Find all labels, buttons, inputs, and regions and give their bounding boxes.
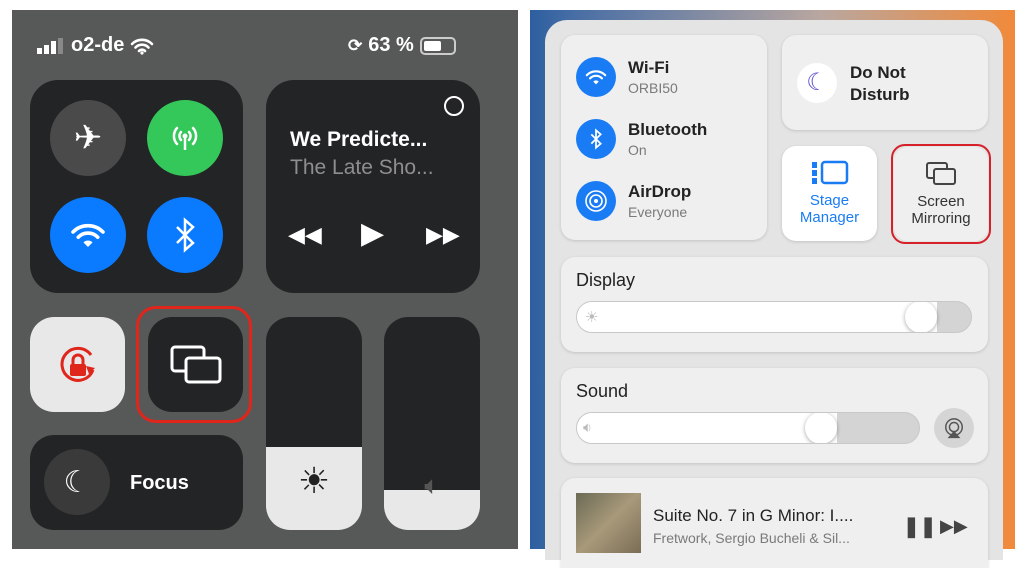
display-label: Display	[576, 270, 636, 290]
next-track-button[interactable]: ▶▶	[940, 516, 968, 537]
stage-line2: Manager	[799, 209, 860, 226]
airplay-icon[interactable]	[444, 96, 464, 116]
stage-manager-icon	[811, 160, 848, 185]
wifi-icon	[71, 223, 105, 247]
wifi-network: ORBI50	[628, 80, 678, 96]
display-card: Display ☀	[561, 257, 988, 352]
airplane-mode-button[interactable]: ✈	[50, 100, 126, 176]
media-subtitle: The Late Sho...	[290, 156, 434, 179]
airdrop-status: Everyone	[628, 204, 688, 220]
screen-mirroring-icon	[926, 162, 956, 185]
ios-control-center: o2-de ⟳ 63 % ✈ We Predicte... The Late S…	[12, 10, 518, 549]
track-title: Suite No. 7 in G Minor: I....	[653, 506, 854, 525]
wifi-label: Wi-Fi	[628, 58, 670, 77]
track-artist: Fretwork, Sergio Bucheli & Sil...	[653, 530, 850, 546]
screen-mirroring-button[interactable]	[148, 317, 243, 412]
airplay-audio-button[interactable]	[934, 408, 974, 448]
carrier: o2-de	[71, 34, 125, 56]
media-title: We Predicte...	[290, 128, 428, 151]
rewind-button[interactable]: ◀◀	[288, 222, 322, 248]
airplay-audio-icon	[945, 418, 963, 439]
display-slider[interactable]: ☀	[576, 301, 972, 333]
brightness-slider[interactable]: ☀	[266, 317, 362, 530]
moon-icon: ☾	[44, 449, 110, 515]
rotation-lock-status-icon: ⟳	[348, 35, 363, 55]
sound-card: Sound 🔉︎	[561, 368, 988, 463]
do-not-disturb-button[interactable]: ☾ Do Not Disturb	[782, 35, 988, 130]
brightness-icon: ☀	[297, 460, 331, 501]
bluetooth-icon[interactable]	[576, 119, 616, 159]
play-button[interactable]: ▶	[361, 216, 384, 251]
stage-line1: Stage	[809, 192, 850, 209]
speaker-icon: 🔉︎	[583, 419, 592, 435]
screen-mirroring-button[interactable]: Screen Mirroring	[894, 147, 988, 241]
wifi-icon[interactable]	[576, 57, 616, 97]
battery-percent: 63 %	[368, 34, 414, 56]
connectivity-card: Wi-Fi ORBI50 Bluetooth On AirDrop Everyo…	[561, 35, 767, 240]
now-playing-module[interactable]: We Predicte... The Late Sho... ◀◀ ▶ ▶▶	[266, 80, 480, 293]
volume-slider[interactable]: 🔈︎	[384, 317, 480, 530]
airdrop-label: AirDrop	[628, 182, 692, 201]
rotation-lock-icon	[60, 346, 95, 382]
signal-icon	[37, 37, 63, 54]
focus-label: Focus	[130, 472, 189, 494]
rotation-lock-button[interactable]	[30, 317, 125, 412]
airplane-icon: ✈	[73, 119, 103, 157]
status-right: ⟳ 63 %	[348, 34, 456, 57]
display-slider-knob[interactable]	[904, 302, 937, 332]
now-playing-card[interactable]: Suite No. 7 in G Minor: I.... Fretwork, …	[561, 478, 988, 568]
focus-button[interactable]: ☾ Focus	[30, 435, 243, 530]
bluetooth-label: Bluetooth	[628, 120, 708, 139]
mirroring-line2: Mirroring	[911, 210, 971, 227]
bluetooth-status: On	[628, 142, 647, 158]
mirroring-line1: Screen	[917, 193, 965, 210]
stage-manager-button[interactable]: Stage Manager	[782, 146, 877, 241]
album-art	[576, 493, 641, 553]
pause-button[interactable]: ❚❚	[903, 514, 937, 539]
wifi-button[interactable]	[50, 197, 126, 273]
moon-icon: ☾	[797, 63, 837, 103]
sound-label: Sound	[576, 381, 629, 401]
control-center-panel: Wi-Fi ORBI50 Bluetooth On AirDrop Everyo…	[545, 20, 1003, 568]
dnd-label: Do Not Disturb	[850, 62, 910, 106]
status-left: o2-de	[37, 34, 154, 57]
battery-icon	[419, 36, 456, 55]
speaker-icon: 🔈︎	[424, 470, 440, 500]
cellular-data-button[interactable]	[147, 100, 223, 176]
sound-slider[interactable]: 🔉︎	[576, 412, 920, 444]
wifi-status-icon	[131, 38, 154, 55]
bluetooth-button[interactable]	[147, 197, 223, 273]
cellular-icon	[172, 126, 198, 150]
airdrop-icon[interactable]	[576, 181, 616, 221]
forward-button[interactable]: ▶▶	[426, 222, 460, 248]
macos-control-center: Wi-Fi ORBI50 Bluetooth On AirDrop Everyo…	[530, 10, 1015, 568]
connectivity-module: ✈	[30, 80, 243, 293]
dnd-line2: Disturb	[850, 85, 910, 104]
sound-slider-knob[interactable]	[804, 413, 837, 443]
screen-mirroring-icon	[170, 345, 221, 383]
bluetooth-icon	[176, 217, 195, 253]
brightness-icon: ☀	[585, 309, 599, 326]
dnd-line1: Do Not	[850, 63, 906, 82]
